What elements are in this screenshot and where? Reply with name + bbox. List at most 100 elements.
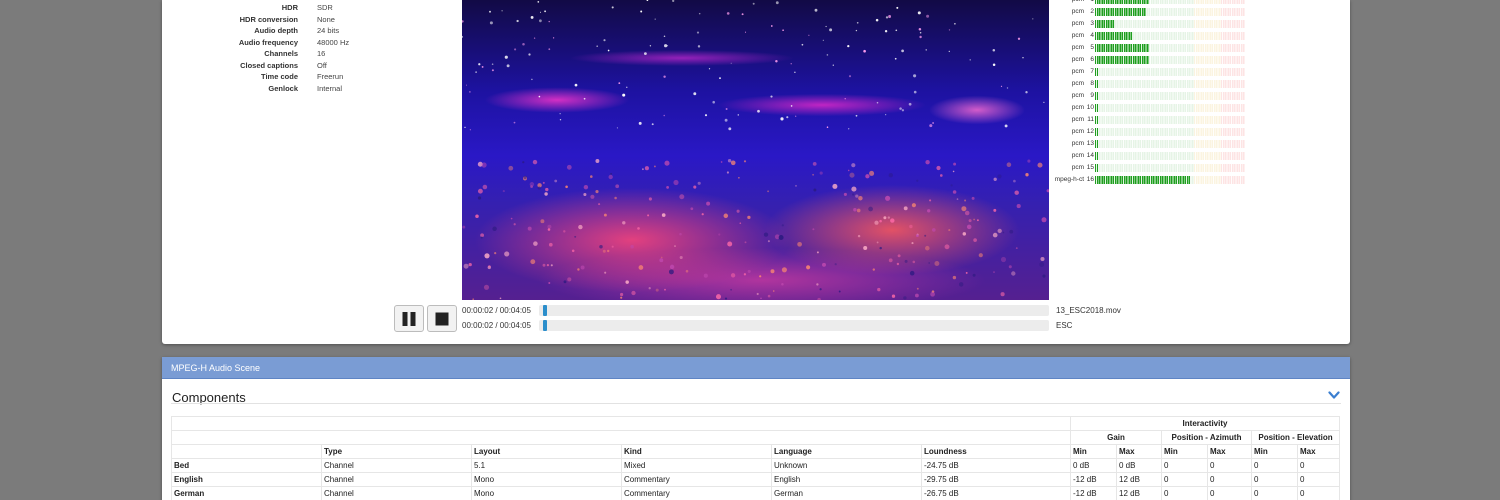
property-value: SDR bbox=[317, 3, 333, 12]
crowd-dot bbox=[563, 230, 566, 233]
crowd-dot bbox=[948, 229, 951, 232]
crowd-dot bbox=[701, 213, 704, 216]
progress-handle-1[interactable] bbox=[543, 305, 548, 316]
progress-handle-2[interactable] bbox=[543, 320, 548, 331]
light-dot bbox=[969, 59, 971, 61]
progress-bar-2[interactable] bbox=[539, 320, 1049, 331]
crowd-dot bbox=[992, 232, 998, 238]
property-row: Closed captions Off bbox=[162, 60, 462, 72]
crowd-dot bbox=[993, 177, 997, 181]
crowd-dot bbox=[726, 171, 729, 174]
crowd-dot bbox=[622, 221, 626, 225]
crowd-dot bbox=[674, 245, 676, 248]
light-dot bbox=[640, 10, 643, 13]
light-dot bbox=[533, 37, 536, 39]
azimuth-header: Position - Azimuth bbox=[1161, 430, 1252, 445]
crowd-dot bbox=[638, 265, 644, 270]
crowd-dot bbox=[927, 209, 931, 213]
crowd-dot bbox=[851, 163, 856, 168]
light-dot bbox=[847, 44, 850, 48]
crowd-dot bbox=[756, 292, 759, 296]
light-dot bbox=[801, 43, 804, 46]
crowd-dot bbox=[537, 186, 541, 190]
light-dot bbox=[770, 25, 773, 27]
property-row: HDR SDR bbox=[162, 2, 462, 14]
light-dot bbox=[919, 35, 922, 39]
light-dot bbox=[607, 49, 610, 52]
stop-button[interactable] bbox=[427, 305, 457, 332]
light-dot bbox=[616, 127, 618, 129]
light-dot bbox=[894, 57, 897, 60]
crowd-dot bbox=[855, 194, 859, 198]
crowd-dot bbox=[763, 232, 769, 237]
column-header: Max bbox=[1116, 444, 1162, 459]
progress-bar-1[interactable] bbox=[539, 305, 1049, 316]
crowd-dot bbox=[744, 241, 747, 244]
meter-channel-number: 5 bbox=[1090, 44, 1094, 51]
light-dot bbox=[808, 34, 810, 36]
crowd-dot bbox=[631, 290, 636, 296]
crowd-dot bbox=[934, 261, 940, 266]
crowd-dot bbox=[952, 275, 957, 280]
property-label: Genlock bbox=[268, 83, 298, 93]
table-cell: 0 bbox=[1207, 486, 1252, 500]
crowd-dot bbox=[759, 275, 762, 278]
meter-channel-type: pcm bbox=[1071, 80, 1084, 87]
crowd-dot bbox=[578, 224, 583, 230]
crowd-dot bbox=[614, 196, 617, 200]
pause-button[interactable] bbox=[394, 305, 424, 332]
light-dot bbox=[696, 31, 700, 34]
crowd-dot bbox=[604, 271, 607, 274]
table-cell: 0 bbox=[1161, 458, 1208, 473]
crowd-dot bbox=[978, 253, 983, 258]
crowd-dot bbox=[565, 185, 568, 189]
crowd-dot bbox=[730, 273, 736, 278]
crowd-dot bbox=[834, 263, 837, 266]
crowd-dot bbox=[888, 173, 893, 178]
meter-level bbox=[1095, 116, 1098, 124]
crowd-dot bbox=[924, 234, 927, 237]
crowd-dot bbox=[706, 201, 711, 206]
meter-row: pcm 15 bbox=[1049, 162, 1249, 174]
meter-bar bbox=[1095, 0, 1245, 4]
crowd-dot bbox=[583, 184, 589, 190]
crowd-dot bbox=[625, 280, 629, 284]
light-dot bbox=[782, 29, 784, 32]
crowd-dot bbox=[720, 161, 723, 163]
light-dot bbox=[513, 121, 516, 124]
crowd-dot bbox=[1000, 256, 1007, 263]
crowd-dot bbox=[477, 188, 483, 194]
crowd-dot bbox=[580, 265, 585, 270]
light-dot bbox=[548, 48, 551, 51]
crowd-dot bbox=[724, 297, 728, 300]
crowd-dot bbox=[603, 213, 607, 217]
light-dot bbox=[770, 95, 773, 98]
light-dot bbox=[462, 20, 464, 23]
property-value: Off bbox=[317, 60, 327, 70]
column-header: Layout bbox=[471, 444, 622, 459]
column-header bbox=[171, 444, 322, 459]
meter-channel-type: pcm bbox=[1071, 8, 1084, 15]
crowd-dot bbox=[838, 290, 841, 293]
crowd-dot bbox=[669, 264, 675, 270]
crowd-dot bbox=[936, 165, 941, 171]
crowd-dot bbox=[477, 196, 482, 200]
divider bbox=[171, 403, 1341, 404]
crowd-dot bbox=[660, 256, 663, 259]
meter-channel-type: pcm bbox=[1071, 104, 1084, 111]
chevron-down-icon[interactable] bbox=[1328, 391, 1340, 400]
light-dot bbox=[948, 50, 950, 53]
header-row-group: Interactivity bbox=[171, 416, 1340, 431]
light-dot bbox=[651, 123, 654, 126]
meter-channel-type: pcm bbox=[1071, 140, 1084, 147]
crowd-dot bbox=[647, 214, 650, 217]
property-row: Audio frequency 48000 Hz bbox=[162, 37, 462, 49]
crowd-dot bbox=[599, 245, 603, 249]
light-dot bbox=[794, 71, 796, 73]
crowd-dot bbox=[747, 215, 751, 220]
light-dot bbox=[539, 19, 542, 23]
meter-bar bbox=[1095, 68, 1245, 76]
time-readout-2: 00:00:02 / 00:04:05 bbox=[462, 321, 531, 330]
light-dot bbox=[712, 100, 715, 104]
file-name-1: 13_ESC2018.mov bbox=[1056, 306, 1121, 315]
